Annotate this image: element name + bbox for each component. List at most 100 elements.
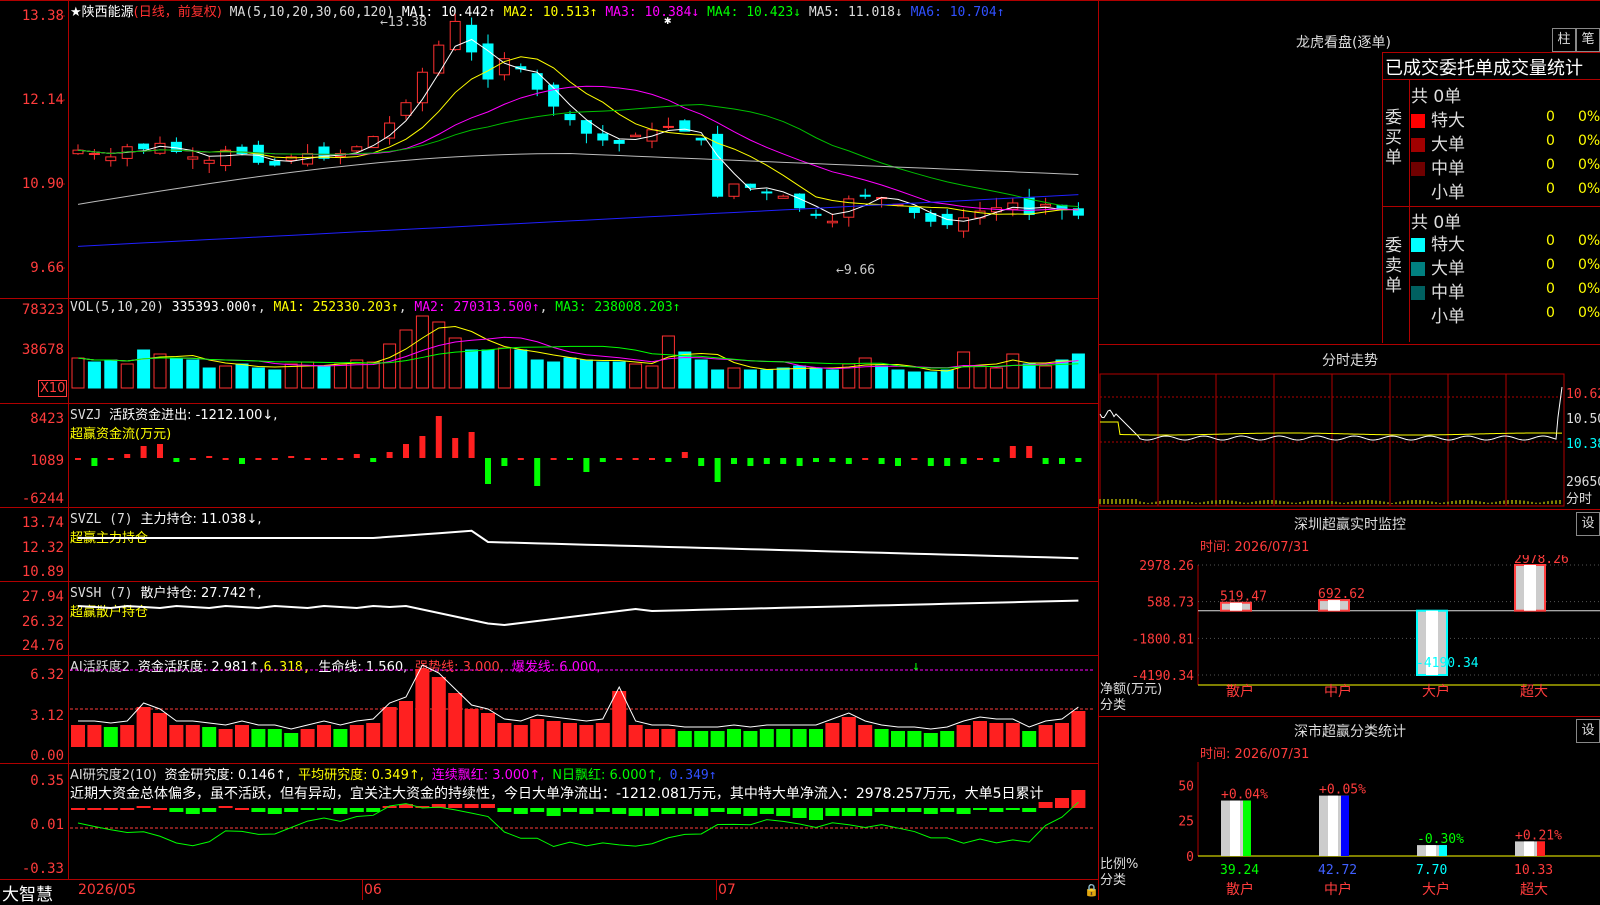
ai1-bar [973,721,987,747]
candle [580,119,592,144]
row-label: 特大 [1431,235,1465,255]
monitor-bar: 692.62 中户 [1318,587,1365,700]
volume-bar [169,357,183,389]
lhb-heading: 已成交委托单成交量统计 [1385,58,1583,79]
svzj-bar [714,458,721,482]
color-swatch [1411,138,1425,152]
volume-bar [465,349,479,389]
svzj-bar [157,444,163,458]
candlestick-chart[interactable]: ←13.38 ←9.66 ✱ [0,0,1098,298]
monitor-chart[interactable]: 2978.26 588.73 -1800.81 -4190.34 519.47 散户 69… [1098,555,1600,715]
monitor-value-label: 519.47 [1220,590,1267,605]
monitor-settings-button[interactable]: 设 [1576,512,1600,536]
stats-settings-button[interactable]: 设 [1576,719,1600,743]
ai1-bar [595,723,610,747]
ai2-bar [202,808,217,812]
svg-text:分类: 分类 [1100,698,1126,713]
brand-logo[interactable]: 大智慧 [2,880,53,905]
ai1-bar [267,729,282,747]
svzj-bar [75,458,81,460]
svzj-bar [517,458,524,460]
volume-bar [284,363,298,389]
svzj-bar [222,458,229,460]
ai2-bar [333,808,348,814]
svzj-bar [763,458,770,464]
svzj-bar [780,458,787,464]
svzj-bar [698,458,705,466]
volume-bar [333,363,347,389]
volume-bar [366,361,380,389]
ai1-bar [415,669,430,747]
bar-mode-button[interactable]: 柱 [1552,28,1576,52]
ai1-bar [530,719,545,747]
ai1-bar [1055,723,1069,747]
ai2-bar [349,808,364,812]
monitor-y-tick: 2978.26 [1139,559,1194,574]
ai1-bar [431,677,446,747]
ai1-bar [661,729,676,747]
svsh-chart[interactable] [0,581,1098,655]
candle [318,142,330,161]
candle [384,116,396,145]
intraday-chart[interactable]: 10.62 10.50 10.38 29650 分时 [1098,372,1600,509]
ai1-bar [792,729,807,747]
row-pct: 0% [1578,281,1600,297]
svg-text:10.50: 10.50 [1566,412,1600,427]
stats-delta: -0.30% [1417,832,1464,847]
ai2-bar [120,808,135,810]
ai1-bar [776,729,791,747]
ai1-chart[interactable]: ↓ [0,655,1098,763]
ai1-bar [349,725,364,747]
volume-bar [743,369,757,389]
ai2-bar [956,808,971,814]
ai2-bar [628,808,643,816]
ai1-bar [169,725,184,747]
ai1-bar [366,723,381,747]
svzj-bar [862,458,869,460]
volume-bar [694,359,708,389]
monitor-value-label: -4190.34 [1416,656,1479,671]
ai1-bar [382,707,397,747]
volume-bar [497,347,511,389]
volume-bar [120,363,134,389]
candle [138,143,150,154]
stats-y-tick: 50 [1178,779,1194,794]
candle [1072,202,1084,220]
stats-category: 大户 [1422,881,1450,898]
volume-bar [186,359,200,389]
ai1-bar [136,707,151,747]
svzj-chart[interactable] [0,403,1098,507]
ai2-chart[interactable] [0,763,1098,879]
volume-chart[interactable] [0,298,1098,403]
volume-bar [760,369,774,389]
candle [203,155,215,174]
ai2-bar [546,808,561,816]
svg-text:净额(万元): 净额(万元) [1100,682,1162,697]
ai2-bar [1071,790,1086,808]
order-size-row: 小单 [1411,302,1465,327]
ai2-bar [366,808,381,812]
svzj-bar [878,458,885,464]
candle [170,137,182,154]
svzj-bar [960,458,967,464]
ai1-bar [694,731,709,747]
svzj-bar [731,458,737,464]
stats-bar: +0.05% 42.72 中户 [1318,783,1366,898]
row-label: 大单 [1431,259,1465,279]
lock-icon[interactable]: 🔒 [1084,883,1099,897]
volume-bar [448,337,462,389]
candle [662,117,674,130]
svzl-chart[interactable] [0,507,1098,581]
row-count: 0 [1546,157,1555,173]
ai1-bar [546,721,561,747]
volume-bar [809,367,823,389]
candle [744,183,756,192]
ai1-bar [87,725,102,747]
ai1-bar [333,729,348,747]
candle [449,13,461,51]
svzj-bar [944,458,951,466]
volume-bar [153,353,167,389]
stats-chart[interactable]: 7550250 +0.04%39.24散户+0.05%42.72中户-0.30%… [1098,760,1600,900]
tick-mode-button[interactable]: 笔 [1576,28,1600,52]
buy-total: 共 0单 [1411,87,1462,107]
